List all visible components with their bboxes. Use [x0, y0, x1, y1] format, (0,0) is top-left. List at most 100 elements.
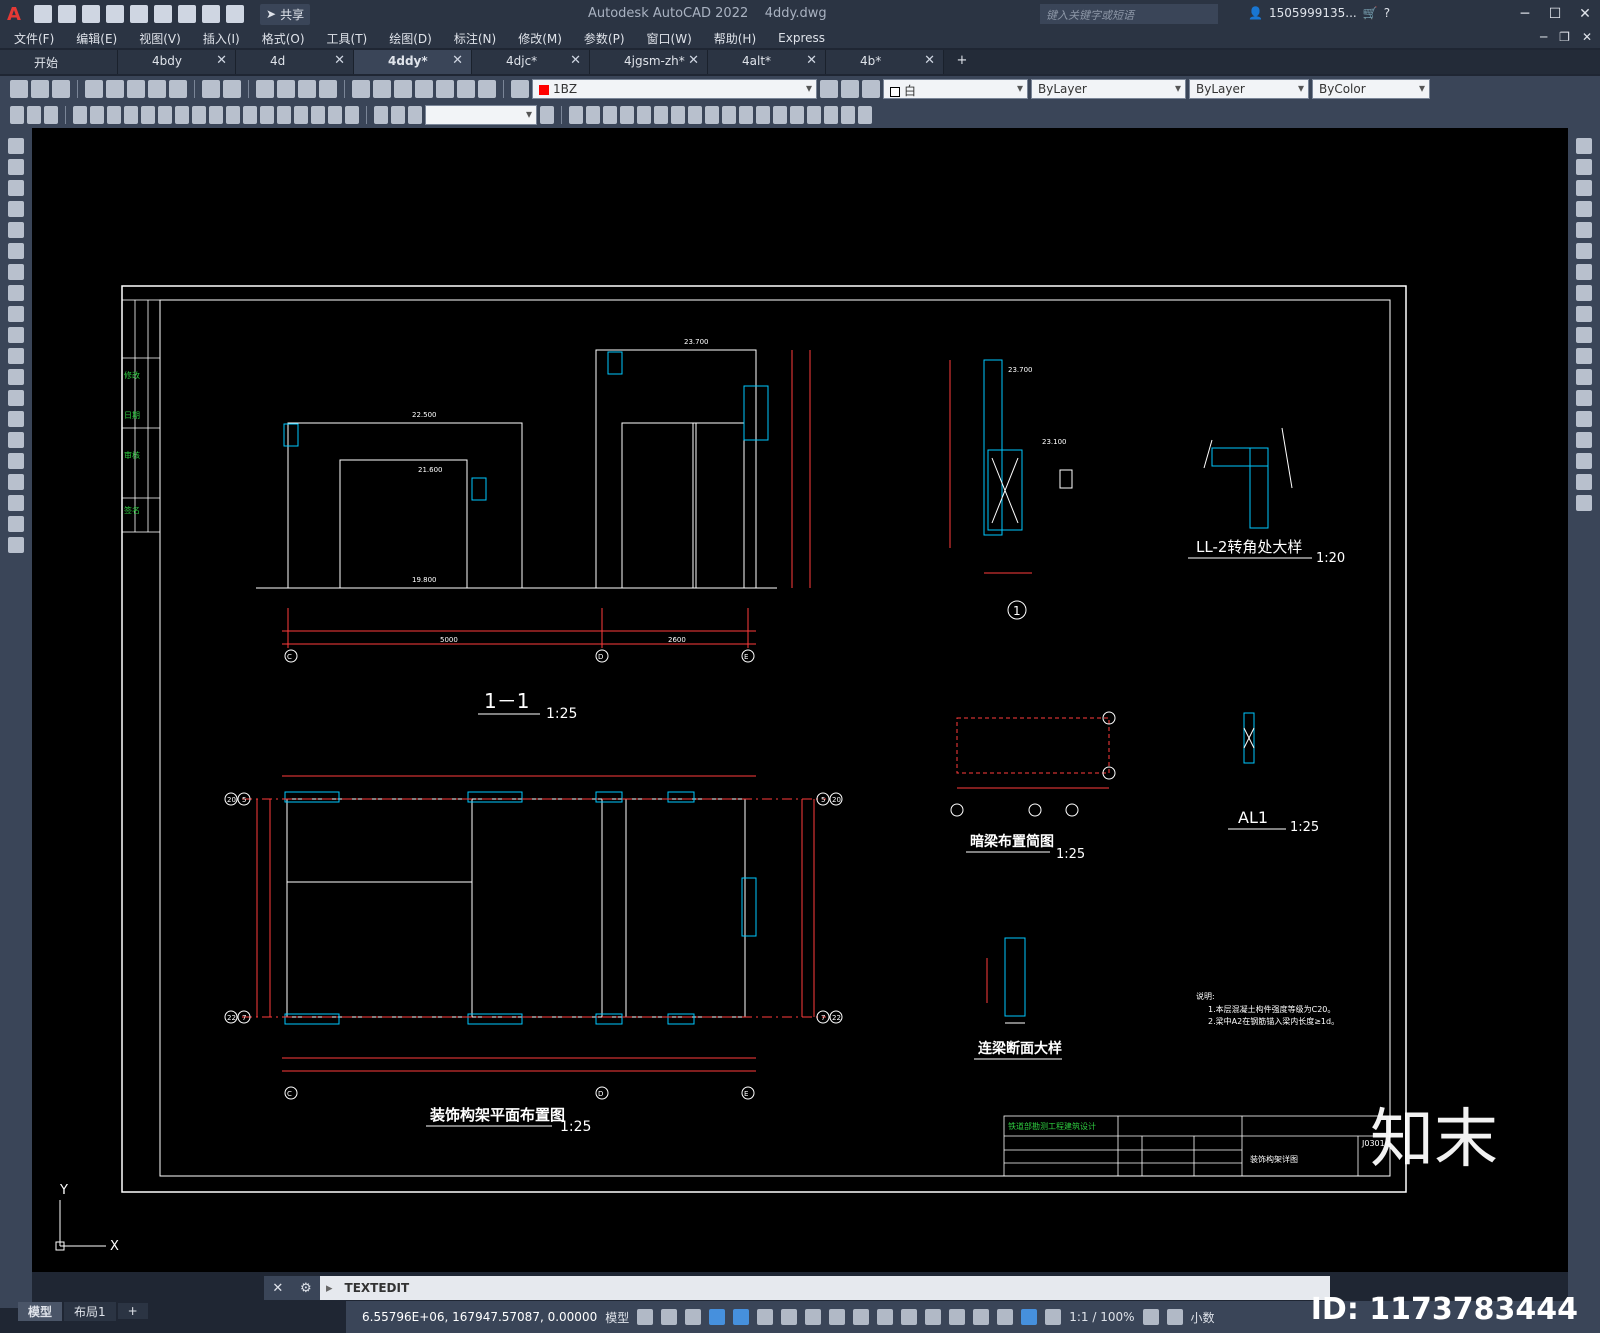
scale-icon[interactable]: [1576, 285, 1592, 301]
rotate-icon[interactable]: [1576, 264, 1592, 280]
menu-view[interactable]: 视图(V): [139, 30, 181, 47]
plot-icon[interactable]: [178, 5, 196, 23]
close-tab-icon[interactable]: ✕: [334, 53, 345, 68]
line-icon[interactable]: [8, 138, 24, 154]
new-icon[interactable]: [10, 80, 28, 98]
tool-icon[interactable]: [10, 106, 24, 124]
close-tab-icon[interactable]: ✕: [688, 53, 699, 68]
linetype-select[interactable]: ByLayer: [1031, 79, 1186, 99]
tab-4ddy[interactable]: 4ddy* ✕: [354, 50, 472, 74]
maximize-button[interactable]: ☐: [1540, 0, 1570, 28]
object-snap-tracking-icon[interactable]: [805, 1309, 822, 1325]
add-layout-button[interactable]: +: [117, 1303, 148, 1319]
help-icon[interactable]: [478, 80, 496, 98]
erase-icon[interactable]: [1576, 138, 1592, 154]
layer-states-icon[interactable]: [862, 80, 880, 98]
array-icon[interactable]: [1576, 222, 1592, 238]
units-display[interactable]: 小数: [1191, 1309, 1215, 1326]
search-input[interactable]: 键入关键字或短语: [1040, 4, 1218, 24]
tab-model[interactable]: 模型: [18, 1301, 63, 1321]
annotation-visibility-icon[interactable]: [1021, 1309, 1038, 1325]
tool-icon[interactable]: [44, 106, 58, 124]
3d-osnap-icon[interactable]: [925, 1309, 942, 1325]
gradient-icon[interactable]: [8, 453, 24, 469]
close-tab-icon[interactable]: ✕: [806, 53, 817, 68]
modify-icon[interactable]: [688, 106, 702, 124]
undo-icon[interactable]: [202, 5, 220, 23]
stretch-icon[interactable]: [1576, 306, 1592, 322]
copy-icon[interactable]: [1576, 159, 1592, 175]
trim-icon[interactable]: [1576, 327, 1592, 343]
save-icon[interactable]: [52, 80, 70, 98]
move-icon[interactable]: [1576, 243, 1592, 259]
linear-dimension-icon[interactable]: [73, 106, 87, 124]
redo-icon[interactable]: [223, 80, 241, 98]
hatch-icon[interactable]: [8, 432, 24, 448]
tab-4bdy[interactable]: 4bdy ✕: [118, 50, 236, 74]
modify-icon[interactable]: [654, 106, 668, 124]
menu-file[interactable]: 文件(F): [14, 30, 54, 47]
sheet-set-icon[interactable]: [415, 80, 433, 98]
new-file-icon[interactable]: [34, 5, 52, 23]
close-tab-icon[interactable]: ✕: [216, 53, 227, 68]
modify-icon[interactable]: [722, 106, 736, 124]
menu-dimension[interactable]: 标注(N): [454, 30, 496, 47]
menu-parametric[interactable]: 参数(P): [584, 30, 625, 47]
minimize-button[interactable]: ─: [1510, 0, 1540, 28]
revision-cloud-icon[interactable]: [8, 285, 24, 301]
add-tab-button[interactable]: +: [944, 50, 980, 74]
design-center-icon[interactable]: [373, 80, 391, 98]
quickcalc-icon[interactable]: [457, 80, 475, 98]
menu-edit[interactable]: 编辑(E): [76, 30, 117, 47]
modify-icon[interactable]: [705, 106, 719, 124]
properties-icon[interactable]: [352, 80, 370, 98]
gizmo-icon[interactable]: [997, 1309, 1014, 1325]
region-icon[interactable]: [8, 474, 24, 490]
diameter-icon[interactable]: [175, 106, 189, 124]
tab-4jgsm-zh[interactable]: 4jgsm-zh* ✕: [590, 50, 708, 74]
snap-icon[interactable]: [661, 1309, 678, 1325]
workspace-icon[interactable]: [1142, 1309, 1159, 1325]
dimtedit-icon[interactable]: [391, 106, 405, 124]
angular-icon[interactable]: [192, 106, 206, 124]
jogged-icon[interactable]: [158, 106, 172, 124]
modify-icon[interactable]: [807, 106, 821, 124]
tool-icon[interactable]: [27, 106, 41, 124]
tab-start[interactable]: 开始: [0, 50, 118, 74]
modify-icon[interactable]: [620, 106, 634, 124]
center-mark-icon[interactable]: [311, 106, 325, 124]
fillet-icon[interactable]: [1576, 453, 1592, 469]
insert-block-icon[interactable]: [8, 369, 24, 385]
close-tab-icon[interactable]: ✕: [570, 53, 581, 68]
open-web-icon[interactable]: [130, 5, 148, 23]
annotation-scale[interactable]: 1:1 / 100%: [1069, 1310, 1134, 1324]
ellipse-icon[interactable]: [8, 327, 24, 343]
selection-cycling-icon[interactable]: [901, 1309, 918, 1325]
zoom-realtime-icon[interactable]: [277, 80, 295, 98]
mtext-icon[interactable]: [8, 516, 24, 532]
annotation-monitor-icon[interactable]: [1166, 1309, 1183, 1325]
menu-express[interactable]: Express: [778, 31, 825, 45]
modify-icon[interactable]: [671, 106, 685, 124]
construction-line-icon[interactable]: [8, 159, 24, 175]
doc-restore-button[interactable]: ❐: [1559, 30, 1570, 44]
tab-layout1[interactable]: 布局1: [64, 1301, 116, 1321]
grid-icon[interactable]: [637, 1309, 654, 1325]
app-menu-button[interactable]: A: [0, 0, 28, 28]
continue-icon[interactable]: [243, 106, 257, 124]
polar-icon[interactable]: [757, 1309, 774, 1325]
plot-icon[interactable]: [85, 80, 103, 98]
markup-icon[interactable]: [436, 80, 454, 98]
menu-help[interactable]: 帮助(H): [714, 30, 756, 47]
aligned-dimension-icon[interactable]: [90, 106, 104, 124]
mirror-icon[interactable]: [1576, 180, 1592, 196]
auto-scale-icon[interactable]: [1045, 1309, 1062, 1325]
selection-filter-icon[interactable]: [973, 1309, 990, 1325]
save-icon[interactable]: [82, 5, 100, 23]
doc-close-button[interactable]: ✕: [1582, 30, 1592, 44]
polyline-icon[interactable]: [8, 180, 24, 196]
modify-icon[interactable]: [773, 106, 787, 124]
cart-icon[interactable]: 🛒: [1363, 6, 1378, 20]
close-command-icon[interactable]: ✕: [272, 1281, 283, 1296]
close-tab-icon[interactable]: ✕: [452, 53, 463, 68]
